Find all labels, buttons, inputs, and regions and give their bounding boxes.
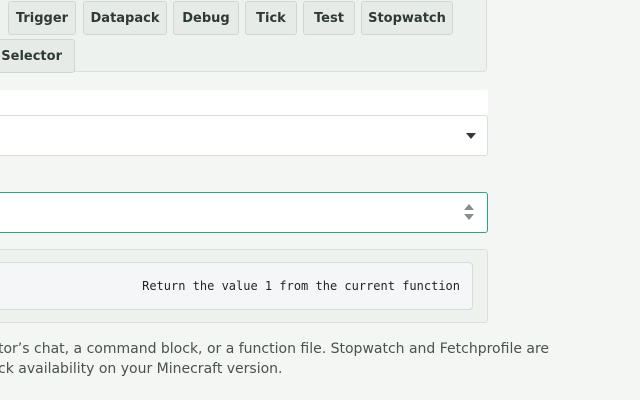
generated-command-output[interactable]: Return the value 1 from the current func…	[0, 262, 473, 310]
help-text-line-2: ck availability on your Minecraft versio…	[0, 361, 283, 377]
command-button-datapack[interactable]: Datapack	[83, 1, 167, 35]
command-button-stopwatch[interactable]: Stopwatch	[361, 1, 453, 35]
option-select[interactable]	[0, 115, 488, 156]
chevron-down-icon	[466, 133, 476, 139]
command-button-test[interactable]: Test	[303, 1, 355, 35]
field-label-strip	[0, 90, 488, 116]
value-number-input[interactable]	[0, 192, 488, 233]
command-button-debug[interactable]: Debug	[173, 1, 239, 35]
command-button-tick[interactable]: Tick	[245, 1, 297, 35]
help-text: tor’s chat, a command block, or a functi…	[0, 339, 550, 379]
help-text-line-1: tor’s chat, a command block, or a functi…	[0, 341, 550, 357]
output-description: Return the value 1 from the current func…	[142, 279, 460, 293]
command-button-target-selector[interactable]: et Selector	[0, 39, 75, 73]
spin-up-icon[interactable]	[464, 204, 474, 210]
spin-down-icon[interactable]	[464, 214, 474, 220]
command-button-trigger[interactable]: Trigger	[8, 1, 76, 35]
